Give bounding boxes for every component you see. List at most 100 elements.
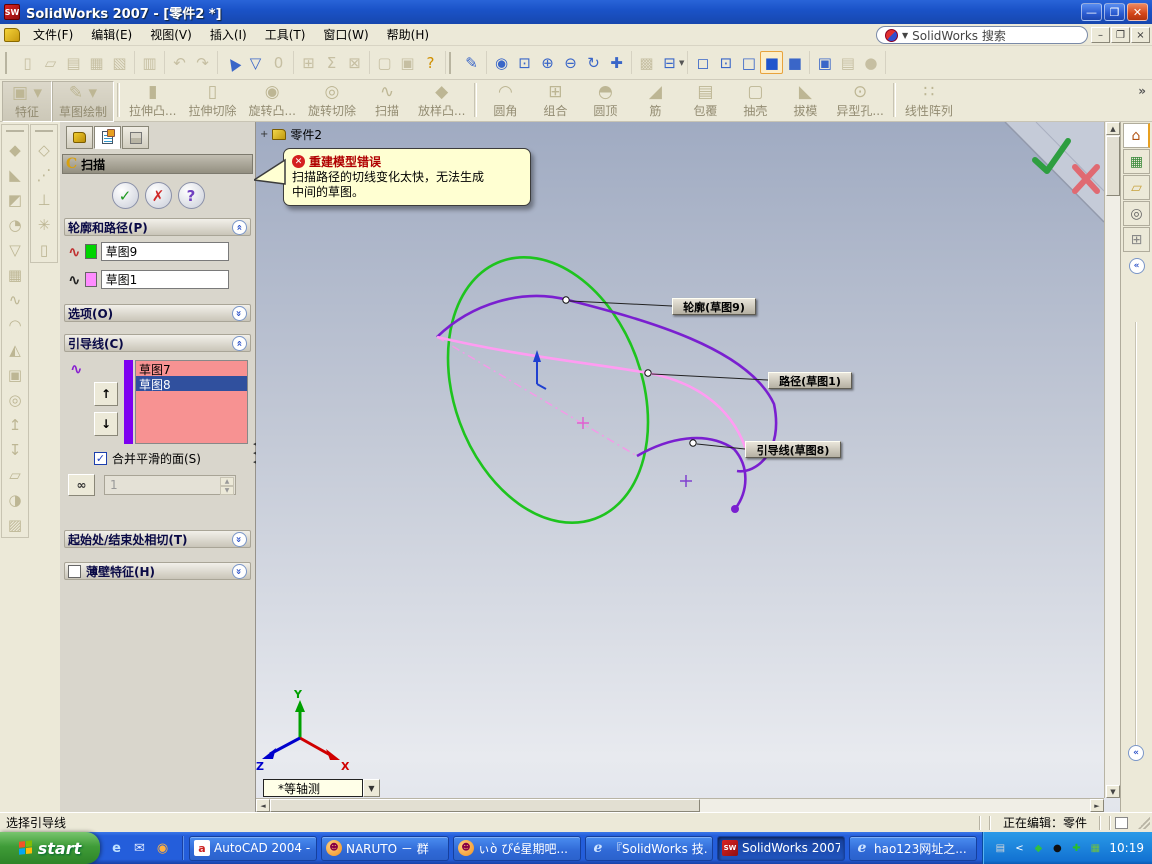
tree-expand-icon[interactable]: + — [260, 129, 268, 140]
task-pane-tab-file-explorer[interactable]: ▱ — [1123, 175, 1150, 200]
pan-icon[interactable]: ✚ — [605, 51, 628, 74]
guide-list-item[interactable]: 草图7 — [136, 361, 247, 377]
help-button[interactable]: ? — [177, 182, 205, 209]
view-orientation-icon[interactable]: ⊟ — [658, 51, 681, 74]
taskbar-button-1[interactable]: ☻ NARUTO － 群 — [321, 835, 449, 861]
model-view[interactable]: Y X Z — [256, 122, 1120, 812]
zoom-to-fit-icon[interactable]: ◉ — [490, 51, 513, 74]
qq-penguin-tray-icon[interactable]: ● — [1050, 841, 1064, 855]
callout-profile[interactable]: 轮廓(草图9) — [672, 298, 756, 315]
taskbar-button-3[interactable]: e 『SolidWorks 技... — [585, 835, 713, 861]
collapse-chevron-tray-icon[interactable]: < — [1012, 841, 1026, 855]
rotate-view-icon[interactable]: ↻ — [582, 51, 605, 74]
callout-anchor[interactable] — [689, 439, 697, 447]
document-restore-button[interactable]: ❐ — [1111, 27, 1130, 43]
thin-feature-checkbox[interactable]: ✓ — [68, 564, 81, 578]
taskbar-button-4[interactable]: SW SolidWorks 2007 ... — [717, 835, 845, 861]
taskbar-button-0[interactable]: a AutoCAD 2004 - ... — [189, 835, 317, 861]
guide-list-item[interactable]: 草图8 — [136, 376, 247, 392]
resize-grip[interactable] — [1138, 816, 1150, 829]
taskbar-button-2[interactable]: ☻ ぃò ぴé星期吧... — [453, 835, 581, 861]
extruded-boss-button[interactable]: ▮ 拉伸凸... — [123, 81, 182, 120]
mail-icon[interactable]: ✉ — [131, 840, 148, 857]
section-thin-feature[interactable]: ✓ 薄壁特征(H) « — [64, 562, 251, 580]
task-pane-tab-home[interactable]: ⌂ — [1123, 123, 1150, 148]
toolbar-grip[interactable] — [35, 130, 53, 134]
ok-button[interactable]: ✓ — [111, 182, 139, 209]
close-button[interactable]: ✕ — [1127, 3, 1148, 21]
media-player-icon[interactable]: ◉ — [154, 840, 171, 857]
show-sections-button[interactable]: ∞ — [68, 474, 95, 496]
view-orientation-box[interactable]: *等轴测 ▼ — [263, 779, 380, 797]
menu-t[interactable]: 工具(T) — [256, 23, 315, 46]
collapse-section-icon[interactable]: « — [232, 335, 247, 351]
selection-filter-icon[interactable]: ▽ — [244, 51, 267, 74]
view-orientation-dropdown-icon[interactable]: ▼ — [363, 779, 380, 797]
zoom-to-selection-icon[interactable]: ⊖ — [559, 51, 582, 74]
scrollbar-thumb[interactable] — [1106, 136, 1120, 196]
shell-button[interactable]: ▢ 抽壳 — [730, 81, 780, 120]
guide-curves-listbox[interactable]: 草图7 草图8 — [135, 360, 248, 444]
callout-anchor[interactable] — [644, 369, 652, 377]
edit-color-icon[interactable]: ✎ — [460, 51, 483, 74]
section-profile-and-path[interactable]: 轮廓和路径(P) « — [64, 218, 251, 236]
collapse-section-icon[interactable]: « — [232, 219, 247, 235]
menu-w[interactable]: 窗口(W) — [314, 23, 377, 46]
taskbar-button-5[interactable]: e hao123网址之... — [849, 835, 977, 861]
sketch-button[interactable]: ✎ ▾ 草图绘制 — [52, 81, 115, 122]
scroll-right-icon[interactable]: ► — [1090, 799, 1104, 812]
revolved-cut-button[interactable]: ◎ 旋转切除 — [302, 81, 362, 120]
dome-button[interactable]: ◓ 圆顶 — [580, 81, 630, 120]
document-close-button[interactable]: × — [1131, 27, 1150, 43]
sw-flyout-icon[interactable] — [4, 27, 20, 42]
hidden-lines-visible-icon[interactable]: ⊡ — [714, 51, 737, 74]
menu-e[interactable]: 编辑(E) — [82, 23, 141, 46]
shaded-with-edges-icon[interactable]: ■ — [760, 51, 784, 74]
linear-pattern-button[interactable]: ∷ 线性阵列 — [899, 81, 959, 120]
task-pane-collapse-icon[interactable]: « — [1128, 258, 1145, 274]
loft-button[interactable]: ◆ 放样凸... — [412, 81, 471, 120]
minimize-button[interactable]: — — [1081, 3, 1102, 21]
task-pane-tab-search[interactable]: ◎ — [1123, 201, 1150, 226]
expand-section-icon[interactable]: « — [232, 305, 247, 321]
curve-endpoint[interactable] — [731, 505, 739, 513]
internet-explorer-icon[interactable]: e — [108, 840, 125, 857]
extruded-cut-button[interactable]: ▯ 拉伸切除 — [182, 81, 242, 120]
path-input[interactable]: 草图1 — [100, 270, 229, 289]
scroll-left-icon[interactable]: ◄ — [256, 799, 270, 812]
section-options[interactable]: 选项(O) « — [64, 304, 251, 322]
toolbar-grip[interactable] — [449, 51, 454, 74]
menu-f[interactable]: 文件(F) — [24, 23, 82, 46]
move-down-button[interactable]: ↓ — [94, 412, 118, 436]
horizontal-scrollbar[interactable]: ◄ ► — [256, 798, 1104, 812]
features-button[interactable]: ▣ ▾ 特征 — [2, 81, 52, 122]
merge-smooth-faces-checkbox[interactable]: ✓ — [94, 452, 107, 465]
shaded-icon[interactable]: ■ — [783, 51, 806, 74]
keyboard-tray-icon[interactable]: ▤ — [993, 841, 1007, 855]
task-pane-tab-palette[interactable]: ⊞ — [1123, 227, 1150, 252]
wrap-button[interactable]: ▤ 包覆 — [680, 81, 730, 120]
document-minimize-button[interactable]: – — [1091, 27, 1110, 43]
callout-path[interactable]: 路径(草图1) — [768, 372, 852, 389]
expand-section-icon[interactable]: « — [232, 563, 247, 579]
title-bar[interactable]: SW SolidWorks 2007 - [零件2 *] — ❐ ✕ — [0, 0, 1152, 24]
task-pane-tab-design-library[interactable]: ▦ — [1123, 149, 1150, 174]
zoom-in-out-icon[interactable]: ⊕ — [536, 51, 559, 74]
feature-tree-root[interactable]: + 零件2 — [260, 126, 322, 143]
toolbar-grip[interactable] — [6, 130, 24, 134]
vertical-scrollbar[interactable]: ▲ ▼ — [1104, 122, 1120, 798]
maximize-button[interactable]: ❐ — [1104, 3, 1125, 21]
start-button[interactable]: start — [0, 832, 100, 864]
help-icon[interactable]: ? — [419, 51, 442, 74]
hidden-lines-removed-icon[interactable]: □ — [737, 51, 760, 74]
scroll-down-icon[interactable]: ▼ — [1106, 785, 1120, 798]
expand-section-icon[interactable]: « — [232, 531, 247, 547]
graphics-area[interactable]: Y X Z + 零件2 ✕ 重建模型错误 扫描路径的切线变化太快，无法生成 中间… — [254, 122, 1120, 812]
menu-i[interactable]: 插入(I) — [201, 23, 256, 46]
antivirus-shield-tray-icon[interactable]: ◆ — [1031, 841, 1045, 855]
zoom-to-area-icon[interactable]: ⊡ — [513, 51, 536, 74]
section-guide-curves[interactable]: 引导线(C) « — [64, 334, 251, 352]
callout-anchor[interactable] — [562, 296, 570, 304]
tab-feature-manager[interactable] — [66, 126, 93, 149]
updater-tray-icon[interactable]: ✚ — [1069, 841, 1083, 855]
